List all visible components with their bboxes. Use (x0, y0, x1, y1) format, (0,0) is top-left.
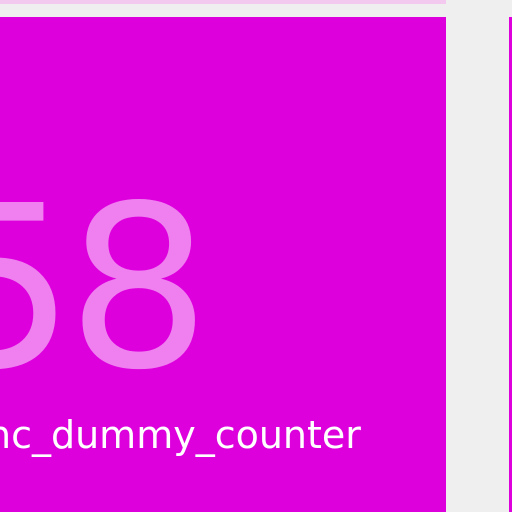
tile-top-edge (0, 0, 446, 4)
stat-tile[interactable]: 58 nc_dummy_counter (0, 17, 446, 512)
tile-label: nc_dummy_counter (0, 413, 361, 457)
tile-value: 58 (0, 158, 210, 420)
dashboard-canvas: 58 nc_dummy_counter (0, 0, 512, 512)
